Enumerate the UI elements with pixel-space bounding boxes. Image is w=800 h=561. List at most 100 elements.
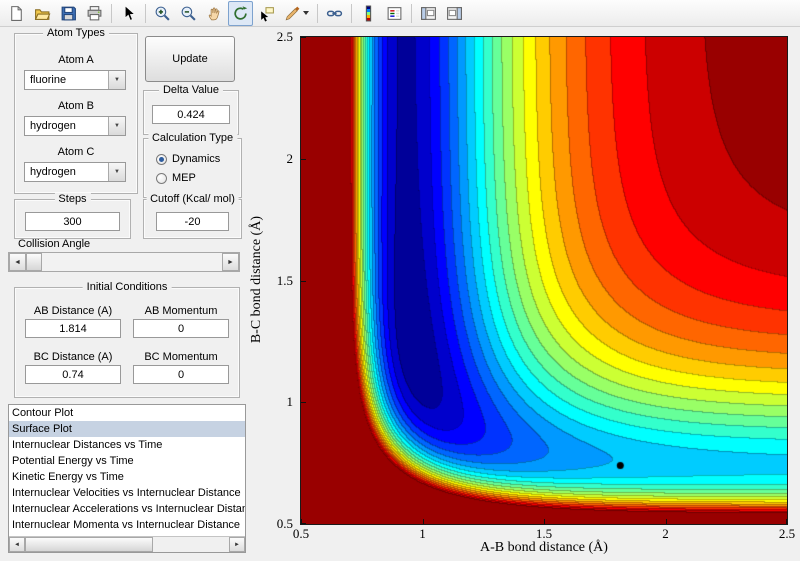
atom-c-label: Atom C xyxy=(57,146,95,158)
x-tick-mark xyxy=(786,519,787,524)
initial-conditions-panel: Initial Conditions AB Distance (A) AB Mo… xyxy=(14,281,240,398)
hscroll-left-arrow-icon[interactable]: ◄ xyxy=(9,537,25,552)
steps-panel: Steps xyxy=(14,193,131,239)
atom-a-value: fluorine xyxy=(30,74,67,86)
contour-plot-axes xyxy=(300,36,788,525)
radio-icon xyxy=(156,153,167,165)
slider-left-arrow-icon[interactable]: ◄ xyxy=(9,253,26,271)
collision-angle-label: Collision Angle xyxy=(18,238,91,250)
ab-momentum-label: AB Momentum xyxy=(144,305,218,317)
bc-distance-input[interactable] xyxy=(25,365,121,384)
x-axis-ticks: 0.5 1 1.5 2 2.5 xyxy=(293,526,795,541)
pan-icon[interactable] xyxy=(202,1,227,26)
update-button[interactable]: Update xyxy=(145,36,235,82)
radio-dynamics-label: Dynamics xyxy=(172,153,221,165)
x-tick-mark xyxy=(544,519,545,524)
atom-b-value: hydrogen xyxy=(30,120,76,132)
zoom-out-icon[interactable] xyxy=(176,1,201,26)
cursor-icon[interactable] xyxy=(116,1,141,26)
hscroll-track[interactable] xyxy=(25,537,229,552)
figure-window: Atom Types Atom A fluorine ▼ Atom B hydr… xyxy=(0,0,800,561)
radio-dynamics[interactable]: Dynamics xyxy=(156,152,220,166)
data-cursor-icon[interactable] xyxy=(254,1,279,26)
listbox-items: Contour Plot Surface Plot Internuclear Dis… xyxy=(9,405,245,537)
list-item[interactable]: Kinetic Energy vs Time xyxy=(9,469,245,485)
list-item[interactable]: Internuclear Momenta vs Internuclear Dis… xyxy=(9,517,245,533)
calculation-type-panel: Calculation Type Dynamics MEP xyxy=(143,132,242,198)
collision-angle-slider[interactable]: ◄ ► xyxy=(8,252,240,272)
x-axis-label: A-B bond distance (Å) xyxy=(480,540,608,555)
toolbar-separator xyxy=(411,3,412,23)
rotate-3d-icon[interactable] xyxy=(228,0,253,26)
x-tick-mark xyxy=(422,519,424,524)
delta-value-input[interactable] xyxy=(152,105,230,124)
delta-value-panel-title: Delta Value xyxy=(158,84,224,96)
contour-plot-canvas[interactable] xyxy=(301,37,787,524)
zoom-in-icon[interactable] xyxy=(150,1,175,26)
toolbar xyxy=(0,0,800,27)
save-icon[interactable] xyxy=(56,1,81,26)
y-tick-label: 1.5 xyxy=(276,272,293,288)
radio-icon xyxy=(156,172,167,184)
ab-momentum-input[interactable] xyxy=(133,319,229,338)
print-icon[interactable] xyxy=(82,1,107,26)
hscroll-thumb[interactable] xyxy=(25,537,153,552)
link-plots-icon[interactable] xyxy=(322,1,347,26)
y-tick-label: 2 xyxy=(286,150,294,166)
y-tick-mark xyxy=(301,37,306,38)
slider-right-arrow-icon[interactable]: ► xyxy=(222,253,239,271)
new-document-icon[interactable] xyxy=(4,1,29,26)
y-axis-label: B-C bond distance (Å) xyxy=(249,215,264,344)
chevron-down-icon[interactable] xyxy=(303,11,309,15)
list-item[interactable]: Surface Plot xyxy=(9,421,245,437)
y-tick-mark xyxy=(301,280,306,282)
atom-c-dropdown[interactable]: hydrogen ▼ xyxy=(24,162,126,182)
bc-momentum-input[interactable] xyxy=(133,365,229,384)
insert-legend-icon[interactable] xyxy=(382,1,407,26)
list-item[interactable]: Internuclear Velocities vs Internuclear … xyxy=(9,485,245,501)
atom-b-dropdown[interactable]: hydrogen ▼ xyxy=(24,116,126,136)
x-tick-mark xyxy=(665,519,667,524)
chevron-down-icon: ▼ xyxy=(108,71,125,89)
atom-a-dropdown[interactable]: fluorine ▼ xyxy=(24,70,126,90)
listbox-hscrollbar[interactable]: ◄ ► xyxy=(9,536,245,552)
list-item[interactable]: Internuclear Distances vs Time xyxy=(9,437,245,453)
chevron-down-icon: ▼ xyxy=(108,163,125,181)
hscroll-right-arrow-icon[interactable]: ► xyxy=(229,537,245,552)
y-tick-label: 0.5 xyxy=(276,516,293,531)
list-item[interactable]: Internuclear Accelerations vs Internucle… xyxy=(9,501,245,517)
list-item[interactable]: Contour Plot xyxy=(9,405,245,421)
delta-value-panel: Delta Value xyxy=(143,84,239,135)
slider-track[interactable] xyxy=(26,253,222,271)
slider-thumb[interactable] xyxy=(26,253,42,271)
insert-colorbar-icon[interactable] xyxy=(356,1,381,26)
plot-type-listbox[interactable]: Contour Plot Surface Plot Internuclear Dis… xyxy=(8,404,246,553)
list-item[interactable]: Potential Energy vs Time xyxy=(9,453,245,469)
y-tick-mark xyxy=(301,523,306,524)
bc-momentum-label: BC Momentum xyxy=(144,351,218,363)
initial-conditions-panel-title: Initial Conditions xyxy=(82,281,172,293)
ab-distance-label: AB Distance (A) xyxy=(33,305,113,317)
chevron-down-icon: ▼ xyxy=(108,117,125,135)
radio-mep[interactable]: MEP xyxy=(156,171,196,185)
open-folder-icon[interactable] xyxy=(30,1,55,26)
calculation-type-panel-title: Calculation Type xyxy=(147,132,238,144)
atom-types-panel: Atom Types Atom A fluorine ▼ Atom B hydr… xyxy=(14,27,138,194)
cutoff-panel: Cutoff (Kcal/ mol) xyxy=(143,193,242,239)
steps-panel-title: Steps xyxy=(54,193,91,205)
hide-plot-tools-icon[interactable] xyxy=(416,1,441,26)
cutoff-panel-title: Cutoff (Kcal/ mol) xyxy=(146,193,239,205)
ab-distance-input[interactable] xyxy=(25,319,121,338)
bc-distance-label: BC Distance (A) xyxy=(33,351,113,363)
show-plot-tools-icon[interactable] xyxy=(442,1,467,26)
y-tick-mark xyxy=(301,402,306,404)
y-tick-label: 1 xyxy=(286,394,294,410)
toolbar-separator xyxy=(317,3,318,23)
steps-input[interactable] xyxy=(25,212,120,231)
y-tick-label: 2.5 xyxy=(276,29,293,44)
toolbar-separator xyxy=(351,3,352,23)
atom-c-value: hydrogen xyxy=(30,166,76,178)
cutoff-input[interactable] xyxy=(156,212,229,231)
brush-icon[interactable] xyxy=(280,1,313,26)
atom-types-panel-title: Atom Types xyxy=(43,27,109,39)
